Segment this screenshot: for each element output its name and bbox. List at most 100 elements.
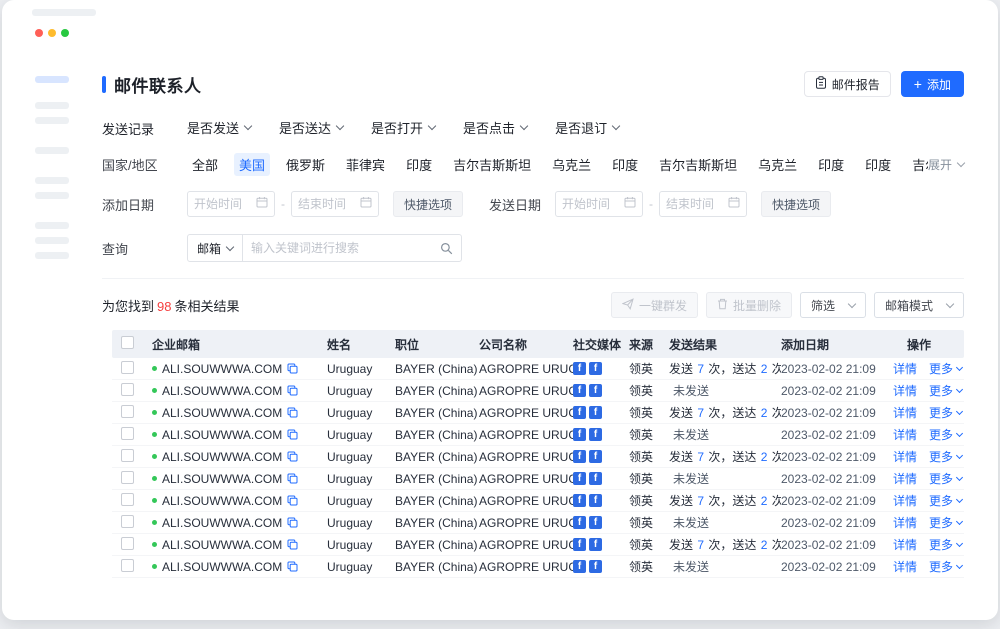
search-input[interactable]: [243, 241, 440, 255]
facebook-icon[interactable]: f: [573, 516, 586, 529]
filter-dropdown[interactable]: 是否退订: [555, 118, 619, 137]
bulk-delete-button[interactable]: 批量删除: [706, 292, 792, 318]
facebook-icon[interactable]: f: [589, 384, 602, 397]
facebook-icon[interactable]: f: [573, 428, 586, 441]
facebook-icon[interactable]: f: [573, 538, 586, 551]
filter-dropdown[interactable]: 是否点击: [463, 118, 527, 137]
more-link[interactable]: 更多: [929, 360, 962, 377]
facebook-icon[interactable]: f: [589, 538, 602, 551]
copy-icon[interactable]: [287, 561, 298, 572]
add-date-start[interactable]: [187, 191, 275, 217]
facebook-icon[interactable]: f: [573, 362, 586, 375]
query-type-select[interactable]: 邮箱: [188, 235, 243, 261]
more-link[interactable]: 更多: [929, 536, 962, 553]
filter-dropdown[interactable]: 是否送达: [279, 118, 343, 137]
more-link[interactable]: 更多: [929, 470, 962, 487]
detail-link[interactable]: 详情: [893, 514, 917, 531]
facebook-icon[interactable]: f: [573, 450, 586, 463]
facebook-icon[interactable]: f: [589, 472, 602, 485]
filter-select[interactable]: 筛选: [800, 292, 866, 318]
sidebar-item-skeleton[interactable]: [35, 102, 69, 109]
send-date-end[interactable]: [659, 191, 747, 217]
facebook-icon[interactable]: f: [589, 450, 602, 463]
copy-icon[interactable]: [287, 363, 298, 374]
facebook-icon[interactable]: f: [589, 362, 602, 375]
select-all-checkbox[interactable]: [121, 336, 134, 349]
facebook-icon[interactable]: f: [589, 406, 602, 419]
sidebar-item-skeleton[interactable]: [35, 222, 69, 229]
country-option[interactable]: 美国: [234, 153, 270, 176]
sidebar-item-active-skeleton[interactable]: [35, 76, 69, 83]
row-checkbox[interactable]: [121, 559, 134, 572]
more-link[interactable]: 更多: [929, 426, 962, 443]
sidebar-item-skeleton[interactable]: [35, 147, 69, 154]
row-checkbox[interactable]: [121, 493, 134, 506]
add-date-end[interactable]: [291, 191, 379, 217]
bulk-send-button[interactable]: 一键群发: [611, 292, 698, 318]
copy-icon[interactable]: [287, 451, 298, 462]
facebook-icon[interactable]: f: [589, 428, 602, 441]
more-link[interactable]: 更多: [929, 404, 962, 421]
maximize-button[interactable]: [61, 29, 69, 37]
send-date-start-field[interactable]: [562, 197, 624, 211]
add-button[interactable]: + 添加: [901, 71, 964, 97]
facebook-icon[interactable]: f: [589, 516, 602, 529]
detail-link[interactable]: 详情: [893, 558, 917, 575]
copy-icon[interactable]: [287, 385, 298, 396]
close-button[interactable]: [35, 29, 43, 37]
country-option[interactable]: 吉尔吉斯斯坦: [907, 153, 928, 176]
country-option[interactable]: 印度: [860, 153, 896, 176]
sidebar-item-skeleton[interactable]: [35, 192, 69, 199]
add-date-start-field[interactable]: [194, 197, 256, 211]
more-link[interactable]: 更多: [929, 492, 962, 509]
sidebar-item-skeleton[interactable]: [35, 117, 69, 124]
copy-icon[interactable]: [287, 539, 298, 550]
filter-dropdown[interactable]: 是否打开: [371, 118, 435, 137]
sidebar-item-skeleton[interactable]: [35, 177, 69, 184]
detail-link[interactable]: 详情: [893, 492, 917, 509]
detail-link[interactable]: 详情: [893, 536, 917, 553]
sidebar-item-skeleton[interactable]: [35, 252, 69, 259]
detail-link[interactable]: 详情: [893, 470, 917, 487]
expand-toggle[interactable]: 展开: [928, 156, 964, 173]
mailbox-mode-select[interactable]: 邮箱模式: [874, 292, 964, 318]
country-option[interactable]: 吉尔吉斯斯坦: [654, 153, 742, 176]
send-date-quick-options-button[interactable]: 快捷选项: [761, 191, 831, 217]
row-checkbox[interactable]: [121, 405, 134, 418]
row-checkbox[interactable]: [121, 361, 134, 374]
more-link[interactable]: 更多: [929, 558, 962, 575]
country-option[interactable]: 印度: [607, 153, 643, 176]
sidebar-item-skeleton[interactable]: [35, 237, 69, 244]
facebook-icon[interactable]: f: [573, 472, 586, 485]
country-option[interactable]: 乌克兰: [753, 153, 802, 176]
mail-report-button[interactable]: 邮件报告: [804, 71, 891, 97]
copy-icon[interactable]: [287, 429, 298, 440]
detail-link[interactable]: 详情: [893, 448, 917, 465]
search-icon[interactable]: [440, 242, 461, 255]
row-checkbox[interactable]: [121, 537, 134, 550]
country-option[interactable]: 乌克兰: [547, 153, 596, 176]
minimize-button[interactable]: [48, 29, 56, 37]
country-option[interactable]: 印度: [401, 153, 437, 176]
facebook-icon[interactable]: f: [573, 384, 586, 397]
facebook-icon[interactable]: f: [589, 560, 602, 573]
add-date-end-field[interactable]: [298, 197, 360, 211]
filter-dropdown[interactable]: 是否发送: [187, 118, 251, 137]
more-link[interactable]: 更多: [929, 382, 962, 399]
send-record-label[interactable]: 发送记录: [102, 119, 187, 138]
copy-icon[interactable]: [287, 517, 298, 528]
more-link[interactable]: 更多: [929, 448, 962, 465]
facebook-icon[interactable]: f: [573, 560, 586, 573]
copy-icon[interactable]: [287, 473, 298, 484]
detail-link[interactable]: 详情: [893, 426, 917, 443]
detail-link[interactable]: 详情: [893, 404, 917, 421]
copy-icon[interactable]: [287, 495, 298, 506]
row-checkbox[interactable]: [121, 383, 134, 396]
add-date-quick-options-button[interactable]: 快捷选项: [393, 191, 463, 217]
copy-icon[interactable]: [287, 407, 298, 418]
facebook-icon[interactable]: f: [573, 494, 586, 507]
row-checkbox[interactable]: [121, 471, 134, 484]
detail-link[interactable]: 详情: [893, 360, 917, 377]
facebook-icon[interactable]: f: [573, 406, 586, 419]
detail-link[interactable]: 详情: [893, 382, 917, 399]
